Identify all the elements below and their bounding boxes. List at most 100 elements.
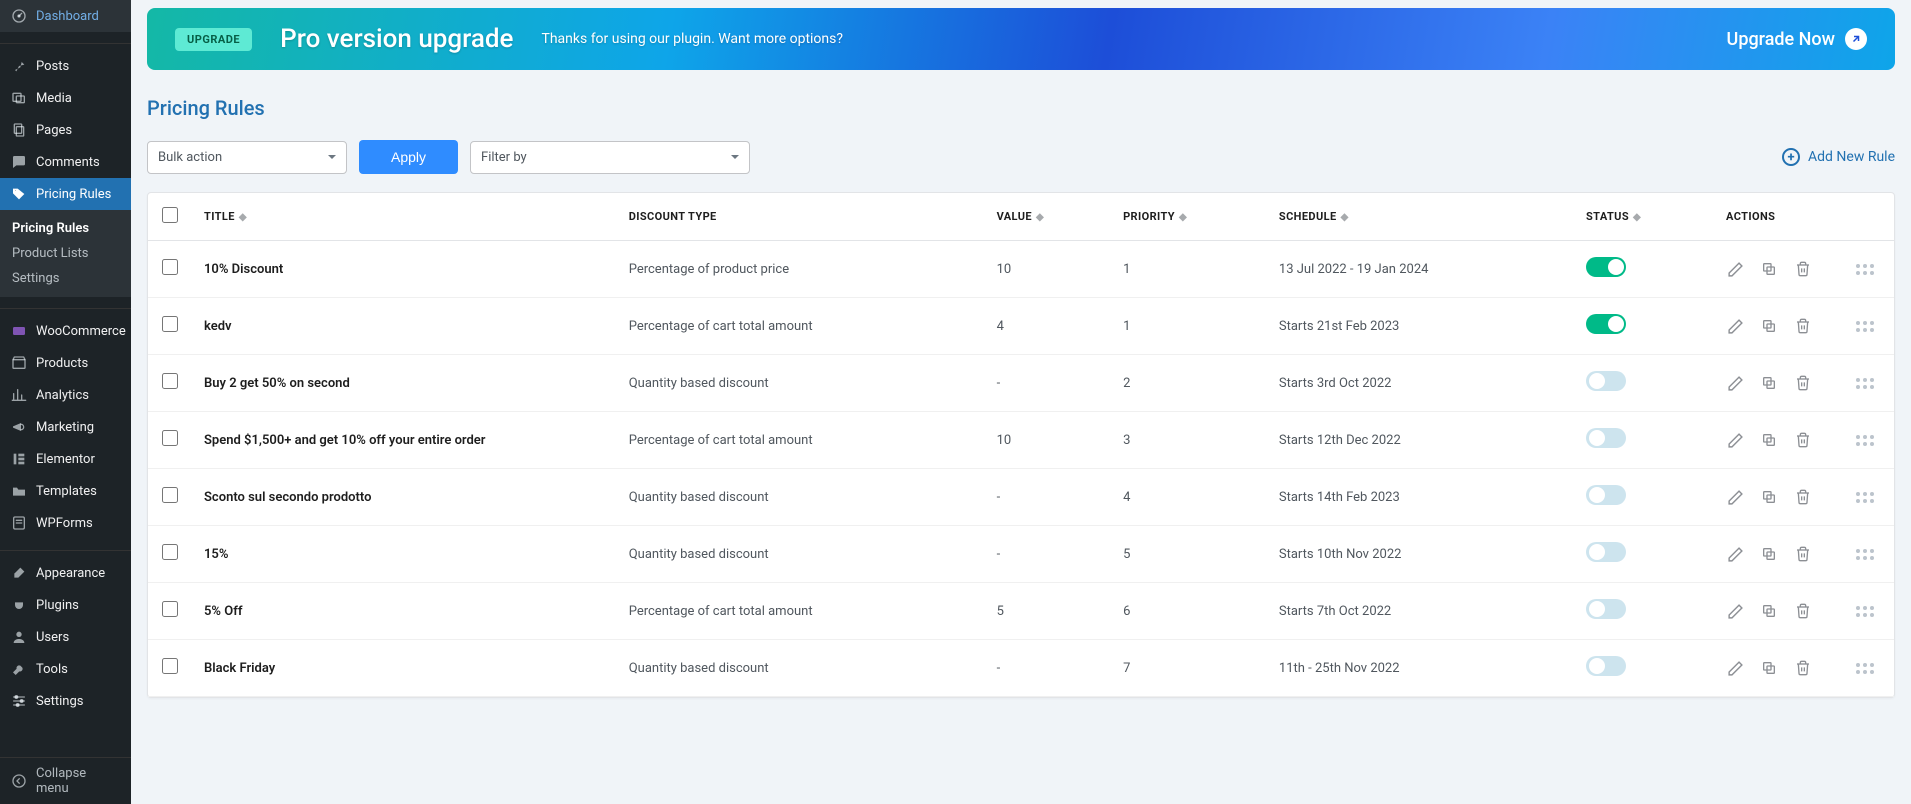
cell-priority: 4 bbox=[1111, 469, 1267, 526]
duplicate-icon[interactable] bbox=[1760, 602, 1778, 620]
row-checkbox[interactable] bbox=[162, 373, 178, 389]
duplicate-icon[interactable] bbox=[1760, 374, 1778, 392]
select-all-checkbox[interactable] bbox=[162, 207, 178, 223]
delete-icon[interactable] bbox=[1794, 659, 1812, 677]
duplicate-icon[interactable] bbox=[1760, 659, 1778, 677]
col-schedule: SCHEDULE◆ bbox=[1267, 193, 1574, 241]
edit-icon[interactable] bbox=[1726, 317, 1744, 335]
drag-handle-icon[interactable] bbox=[1856, 663, 1880, 674]
col-type: DISCOUNT TYPE bbox=[617, 193, 985, 241]
duplicate-icon[interactable] bbox=[1760, 488, 1778, 506]
sidebar-sub-product-lists[interactable]: Product Lists bbox=[0, 241, 131, 266]
sidebar-item-comments[interactable]: Comments bbox=[0, 146, 131, 178]
row-checkbox[interactable] bbox=[162, 259, 178, 275]
drag-handle-icon[interactable] bbox=[1856, 492, 1880, 503]
duplicate-icon[interactable] bbox=[1760, 260, 1778, 278]
drag-handle-icon[interactable] bbox=[1856, 549, 1880, 560]
delete-icon[interactable] bbox=[1794, 488, 1812, 506]
sidebar-sub-settings[interactable]: Settings bbox=[0, 266, 131, 291]
collapse-menu[interactable]: Collapse menu bbox=[0, 757, 131, 804]
cell-schedule: 11th - 25th Nov 2022 bbox=[1267, 640, 1574, 697]
edit-icon[interactable] bbox=[1726, 659, 1744, 677]
edit-icon[interactable] bbox=[1726, 431, 1744, 449]
sidebar-item-pages[interactable]: Pages bbox=[0, 114, 131, 146]
drag-handle-icon[interactable] bbox=[1856, 321, 1880, 332]
sidebar-item-appearance[interactable]: Appearance bbox=[0, 557, 131, 589]
sidebar-item-media[interactable]: Media bbox=[0, 82, 131, 114]
sidebar-item-analytics[interactable]: Analytics bbox=[0, 379, 131, 411]
sidebar-item-tools[interactable]: Tools bbox=[0, 653, 131, 685]
bulk-action-select[interactable]: Bulk action bbox=[147, 141, 347, 174]
woo-icon bbox=[10, 322, 28, 340]
sort-icon[interactable]: ◆ bbox=[1179, 212, 1187, 223]
status-toggle[interactable] bbox=[1586, 542, 1626, 562]
sidebar-item-pricing-rules[interactable]: Pricing Rules bbox=[0, 178, 131, 210]
edit-icon[interactable] bbox=[1726, 602, 1744, 620]
row-checkbox[interactable] bbox=[162, 430, 178, 446]
status-toggle[interactable] bbox=[1586, 428, 1626, 448]
sidebar-item-label: Dashboard bbox=[36, 9, 99, 24]
table-row: 5% OffPercentage of cart total amount56S… bbox=[148, 583, 1894, 640]
sidebar-item-woocommerce[interactable]: WooCommerce bbox=[0, 315, 131, 347]
sort-icon[interactable]: ◆ bbox=[239, 212, 247, 223]
sidebar-item-marketing[interactable]: Marketing bbox=[0, 411, 131, 443]
sidebar-item-settings[interactable]: Settings bbox=[0, 685, 131, 717]
row-checkbox[interactable] bbox=[162, 316, 178, 332]
sidebar-item-label: Templates bbox=[36, 484, 97, 499]
status-toggle[interactable] bbox=[1586, 314, 1626, 334]
status-toggle[interactable] bbox=[1586, 599, 1626, 619]
drag-handle-icon[interactable] bbox=[1856, 264, 1880, 275]
delete-icon[interactable] bbox=[1794, 317, 1812, 335]
drag-handle-icon[interactable] bbox=[1856, 606, 1880, 617]
duplicate-icon[interactable] bbox=[1760, 545, 1778, 563]
delete-icon[interactable] bbox=[1794, 374, 1812, 392]
sort-icon[interactable]: ◆ bbox=[1341, 212, 1349, 223]
row-checkbox[interactable] bbox=[162, 487, 178, 503]
duplicate-icon[interactable] bbox=[1760, 431, 1778, 449]
drag-handle-icon[interactable] bbox=[1856, 435, 1880, 446]
delete-icon[interactable] bbox=[1794, 545, 1812, 563]
upgrade-now-button[interactable]: Upgrade Now bbox=[1727, 28, 1867, 50]
status-toggle[interactable] bbox=[1586, 371, 1626, 391]
sidebar-item-plugins[interactable]: Plugins bbox=[0, 589, 131, 621]
edit-icon[interactable] bbox=[1726, 374, 1744, 392]
add-new-rule-button[interactable]: + Add New Rule bbox=[1782, 148, 1895, 166]
cell-priority: 6 bbox=[1111, 583, 1267, 640]
sidebar-sub-pricing-rules[interactable]: Pricing Rules bbox=[0, 216, 131, 241]
filter-select[interactable]: Filter by bbox=[470, 141, 750, 174]
status-toggle[interactable] bbox=[1586, 656, 1626, 676]
cell-actions bbox=[1714, 412, 1894, 469]
edit-icon[interactable] bbox=[1726, 545, 1744, 563]
sidebar-item-label: Tools bbox=[36, 662, 68, 677]
forms-icon bbox=[10, 514, 28, 532]
cell-priority: 2 bbox=[1111, 355, 1267, 412]
cell-status bbox=[1574, 583, 1714, 640]
status-toggle[interactable] bbox=[1586, 485, 1626, 505]
row-checkbox[interactable] bbox=[162, 544, 178, 560]
duplicate-icon[interactable] bbox=[1760, 317, 1778, 335]
sort-icon[interactable]: ◆ bbox=[1036, 212, 1044, 223]
sort-icon[interactable]: ◆ bbox=[1633, 212, 1641, 223]
sidebar-item-users[interactable]: Users bbox=[0, 621, 131, 653]
row-checkbox[interactable] bbox=[162, 658, 178, 674]
archive-icon bbox=[10, 354, 28, 372]
sidebar-item-dashboard[interactable]: Dashboard bbox=[0, 0, 131, 32]
delete-icon[interactable] bbox=[1794, 260, 1812, 278]
row-checkbox[interactable] bbox=[162, 601, 178, 617]
plus-circle-icon: + bbox=[1782, 148, 1800, 166]
delete-icon[interactable] bbox=[1794, 431, 1812, 449]
sidebar-item-products[interactable]: Products bbox=[0, 347, 131, 379]
delete-icon[interactable] bbox=[1794, 602, 1812, 620]
sidebar-item-elementor[interactable]: Elementor bbox=[0, 443, 131, 475]
edit-icon[interactable] bbox=[1726, 260, 1744, 278]
edit-icon[interactable] bbox=[1726, 488, 1744, 506]
apply-button[interactable]: Apply bbox=[359, 140, 458, 174]
drag-handle-icon[interactable] bbox=[1856, 378, 1880, 389]
table-row: 10% DiscountPercentage of product price1… bbox=[148, 241, 1894, 298]
sidebar-item-posts[interactable]: Posts bbox=[0, 50, 131, 82]
status-toggle[interactable] bbox=[1586, 257, 1626, 277]
sidebar-item-label: Settings bbox=[36, 694, 83, 709]
sidebar-item-wpforms[interactable]: WPForms bbox=[0, 507, 131, 539]
sidebar-item-templates[interactable]: Templates bbox=[0, 475, 131, 507]
cell-status bbox=[1574, 355, 1714, 412]
